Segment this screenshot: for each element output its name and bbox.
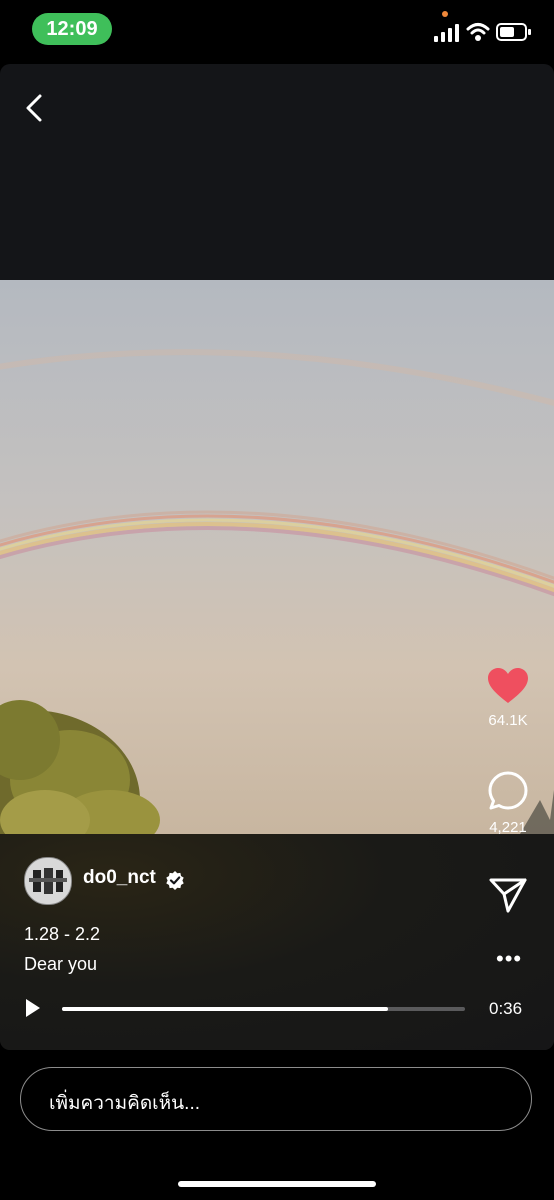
signal-icon bbox=[434, 24, 459, 42]
video-progress-fill bbox=[62, 1007, 389, 1011]
caption-date: 1.28 - 2.2 bbox=[24, 924, 101, 944]
status-time: 12:09 bbox=[32, 13, 112, 45]
orange-dot-indicator bbox=[442, 11, 448, 17]
heart-icon bbox=[488, 668, 528, 703]
like-count: 64.1K bbox=[488, 712, 528, 729]
status-bar: 12:09 bbox=[0, 0, 554, 62]
home-indicator[interactable] bbox=[178, 1181, 376, 1187]
verified-badge-icon bbox=[166, 871, 184, 890]
more-options-button[interactable]: ••• bbox=[496, 946, 522, 972]
video-duration: 0:36 bbox=[489, 999, 523, 1018]
chevron-left-icon bbox=[26, 94, 42, 122]
battery-icon bbox=[496, 23, 531, 41]
video-frame[interactable] bbox=[0, 280, 554, 834]
comment-input[interactable]: เพิ่มความคิดเห็น... bbox=[20, 1067, 532, 1131]
send-icon bbox=[489, 878, 527, 913]
like-button[interactable]: 64.1K bbox=[478, 667, 538, 729]
back-button[interactable] bbox=[20, 90, 50, 126]
username[interactable]: do0_nct bbox=[83, 867, 156, 889]
wifi-icon bbox=[466, 23, 490, 41]
play-icon[interactable] bbox=[24, 997, 42, 1019]
reel-card: 64.1K 4,221 do0_nct 1.28 - 2.2 Dear you … bbox=[0, 64, 554, 1050]
comment-bubble-icon bbox=[488, 771, 528, 810]
video-progress-bar[interactable] bbox=[62, 1007, 465, 1011]
avatar[interactable] bbox=[24, 857, 72, 905]
comment-count: 4,221 bbox=[489, 819, 527, 836]
avatar-image bbox=[25, 858, 71, 904]
comment-button[interactable]: 4,221 bbox=[478, 770, 538, 836]
comment-placeholder: เพิ่มความคิดเห็น... bbox=[49, 1093, 201, 1114]
caption-text: Dear you bbox=[24, 954, 98, 974]
share-button[interactable] bbox=[478, 876, 538, 919]
rainbow-image bbox=[0, 280, 554, 834]
